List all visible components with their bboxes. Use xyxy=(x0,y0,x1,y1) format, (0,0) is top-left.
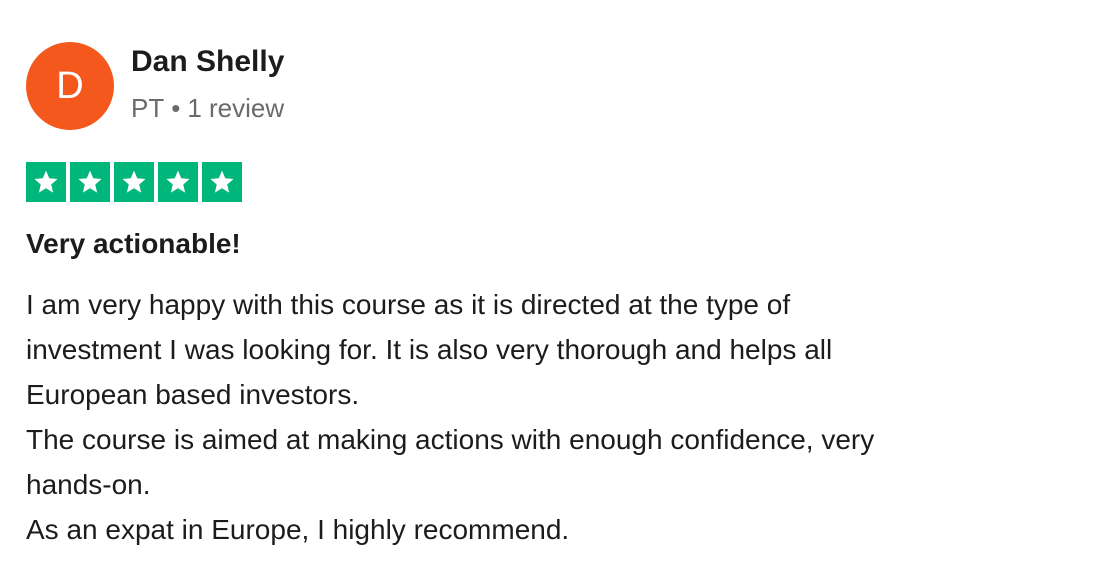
review-text-line: investment I was looking for. It is also… xyxy=(26,334,833,365)
reviewer-review-count: 1 review xyxy=(187,93,285,123)
meta-separator: • xyxy=(171,93,181,123)
review-text-line: hands-on. xyxy=(26,469,151,500)
avatar[interactable]: D xyxy=(26,42,114,130)
star-icon xyxy=(34,170,58,193)
star-box xyxy=(114,162,154,202)
star-box xyxy=(158,162,198,202)
star-icon xyxy=(166,170,190,193)
star-box xyxy=(26,162,66,202)
reviewer-meta: PT • 1 review xyxy=(131,92,284,124)
reviewer-country: PT xyxy=(131,93,165,123)
star-icon xyxy=(210,170,234,193)
avatar-initial: D xyxy=(56,65,84,107)
review-text-line: European based investors. xyxy=(26,379,360,410)
review-body: I am very happy with this course as it i… xyxy=(26,282,1086,552)
star-rating xyxy=(26,162,242,202)
star-icon xyxy=(122,170,146,193)
review-title[interactable]: Very actionable! xyxy=(26,226,241,262)
star-icon xyxy=(78,170,102,193)
review-text-line: The course is aimed at making actions wi… xyxy=(26,424,875,455)
reviewer-name[interactable]: Dan Shelly xyxy=(131,44,284,80)
review-card: D Dan Shelly PT • 1 review Very actionable… xyxy=(0,0,1118,576)
star-box xyxy=(70,162,110,202)
star-box xyxy=(202,162,242,202)
review-text-line: As an expat in Europe, I highly recommen… xyxy=(26,514,570,545)
review-text-line: I am very happy with this course as it i… xyxy=(26,289,791,320)
